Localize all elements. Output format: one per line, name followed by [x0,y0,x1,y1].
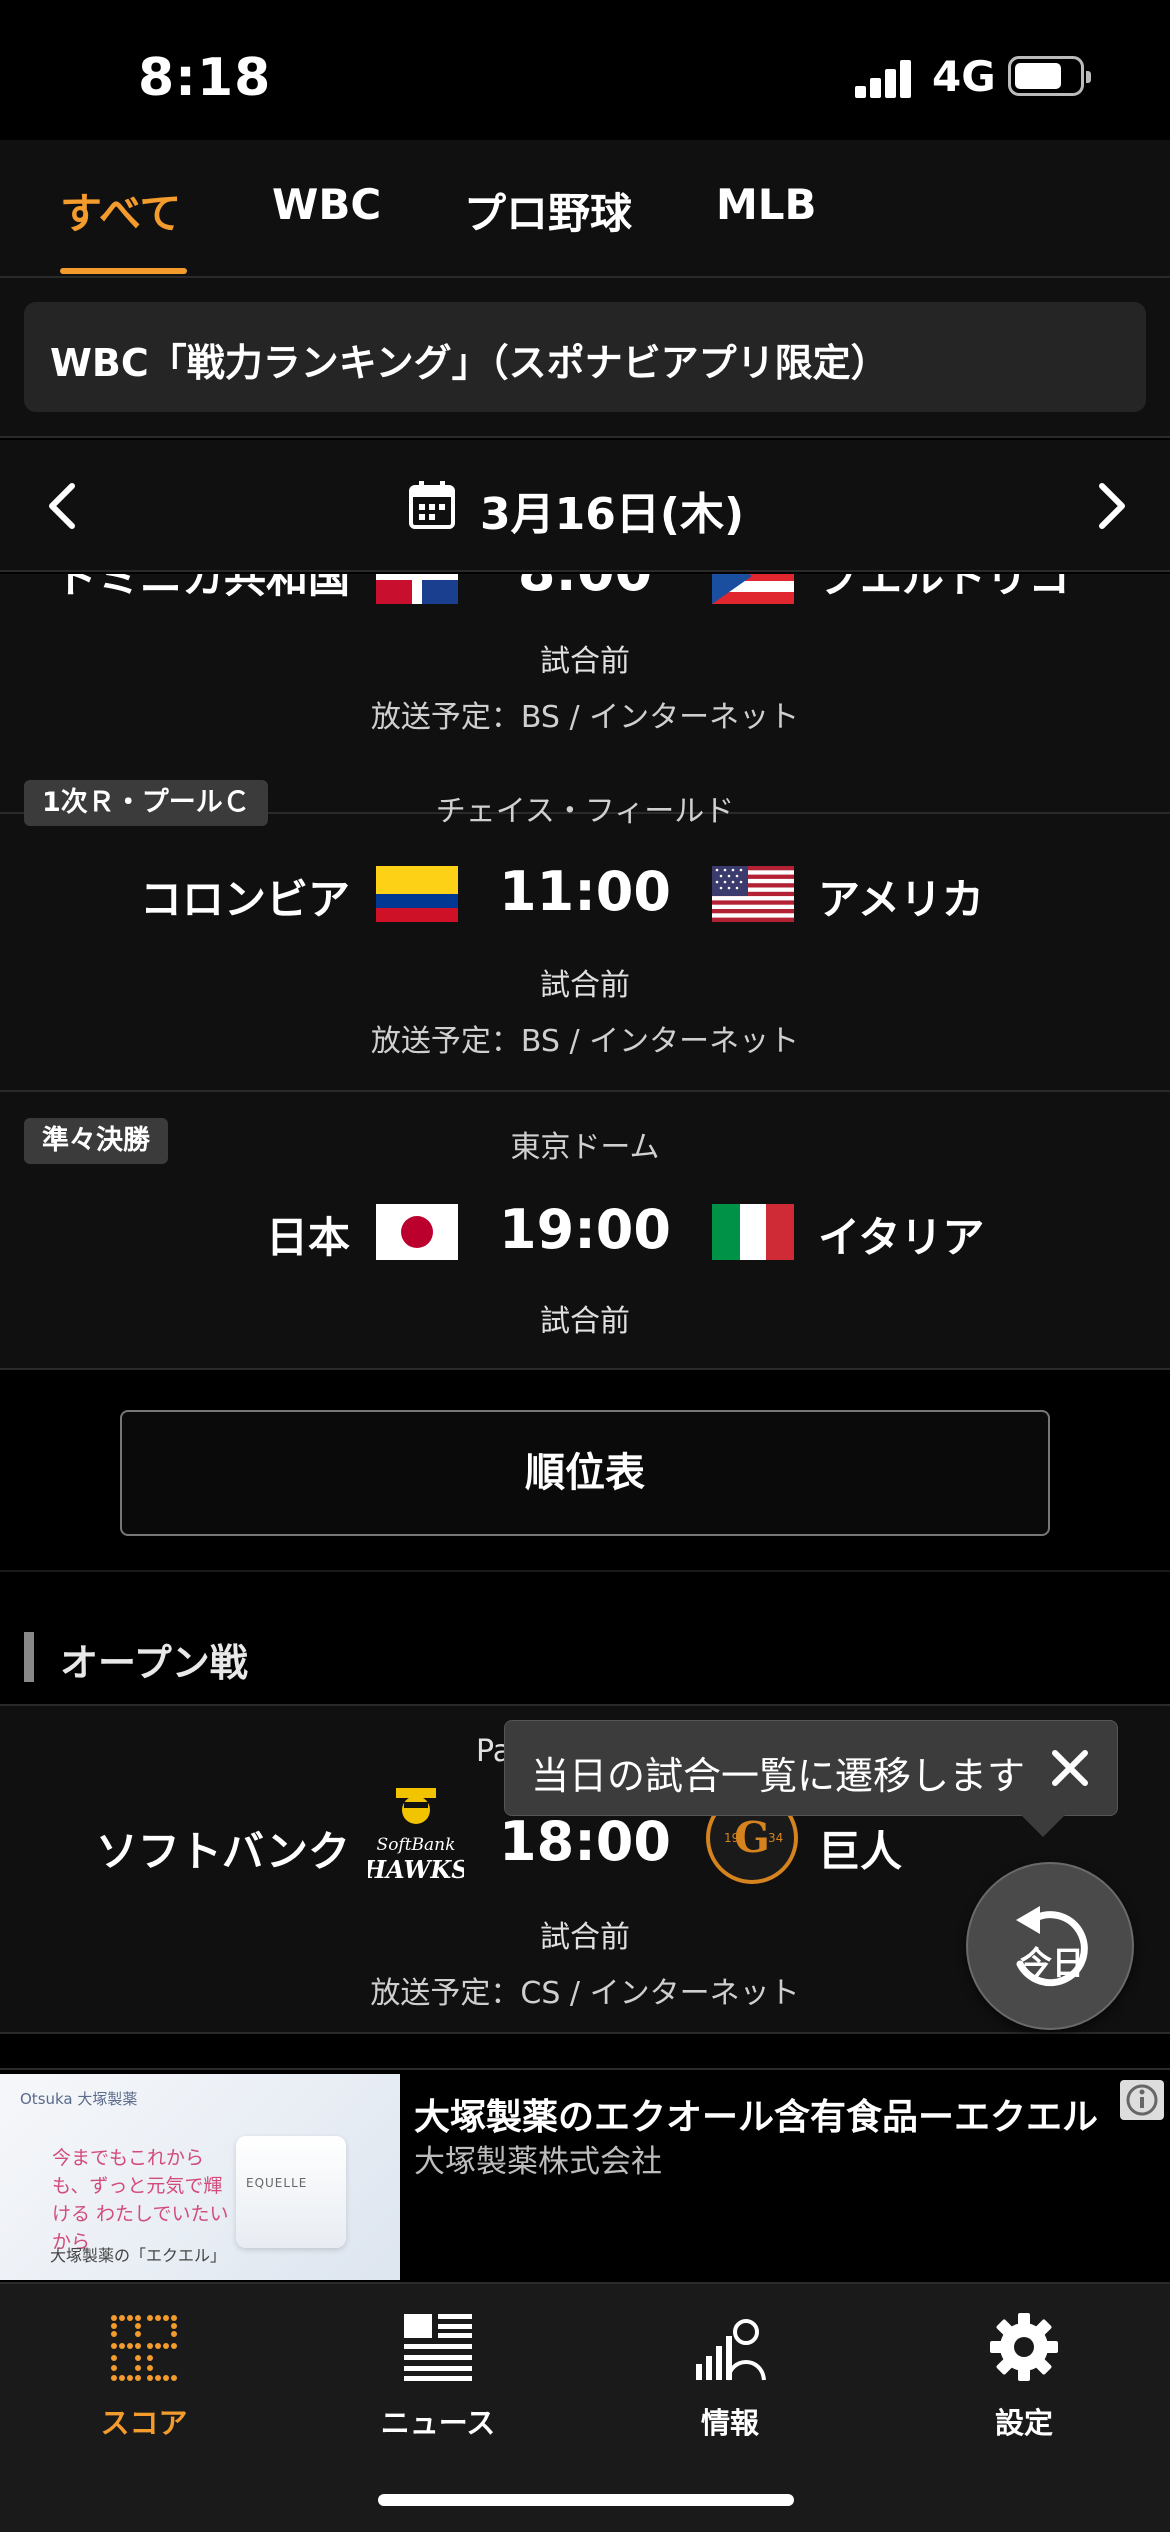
today-tooltip: 当日の試合一覧に遷移します [504,1720,1118,1837]
ad-info-icon[interactable] [1120,2080,1164,2120]
status-bar: 8:18 4G [0,0,1170,140]
section-title: オープン戦 [60,1641,248,1685]
tab-mlb[interactable]: MLB [716,180,817,229]
nav-score[interactable]: スコア [44,2302,244,2442]
section-header: オープン戦 [0,1570,1170,1704]
date-navigation: 3月16日(木) [0,440,1170,572]
ad-image-copy: 今までもこれからも、ずっと元気で輝ける わたしでいたいから [52,2147,229,2253]
game-time: 19:00 [499,1198,671,1261]
game-status: 試合前 [540,968,630,1003]
ad-sponsor: 大塚製薬株式会社 [414,2144,662,2180]
game-card-jpn-ita[interactable]: 準々決勝 東京ドーム 日本 19:00 イタリア 試合前 [0,1094,1170,1370]
game-time: 11:00 [499,860,671,923]
game-status: 試合前 [540,1304,630,1339]
standings-area: 順位表 [0,1372,1170,1570]
chevron-right-icon[interactable] [1080,476,1140,536]
ad-image-brand: Otsuka 大塚製薬 [20,2090,138,2108]
newspaper-icon [404,2314,472,2381]
nav-score-label: スコア [100,2406,188,2440]
ad-image[interactable]: Otsuka 大塚製薬 今までもこれからも、ずっと元気で輝ける わたしでいたいか… [0,2074,400,2280]
ad-banner[interactable]: Otsuka 大塚製薬 今までもこれからも、ずっと元気で輝ける わたしでいたいか… [0,2068,1170,2280]
nav-settings[interactable]: 設定 [924,2302,1124,2442]
tooltip-text: 当日の試合一覧に遷移します [531,1754,1026,1798]
tab-npb[interactable]: プロ野球 [464,180,632,241]
ad-image-product: EQUELLE [246,2176,308,2190]
away-team-name: 巨人 [818,1827,903,1876]
category-tabs: すべて WBC プロ野球 MLB [0,140,1170,278]
away-team-name: イタリア [818,1213,985,1262]
svg-text:G: G [734,1813,770,1862]
close-icon[interactable] [1045,1743,1095,1793]
product-jar: EQUELLE [236,2136,346,2248]
calendar-icon[interactable] [408,480,456,530]
broadcast-info: 放送予定：BS / インターネット [370,1024,800,1059]
scoreboard-icon [111,2315,177,2381]
battery-icon [1008,56,1091,96]
chevron-left-icon[interactable] [34,476,94,536]
game-time: 18:00 [499,1810,671,1873]
usa-flag-icon [712,866,794,922]
svg-text:19: 19 [724,1831,739,1845]
nav-news-label: ニュース [380,2406,496,2440]
network-type: 4G [932,52,996,101]
tooltip-arrow [1021,1815,1065,1837]
stats-person-icon [696,2319,766,2381]
broadcast-info: 放送予定：BS / インターネット [370,700,800,735]
tab-wbc[interactable]: WBC [272,180,381,229]
game-list: ドミニカ共和国 8:00 プエルトリコ 試合前 放送予定：BS / インターネッ… [0,574,1170,1370]
away-team-name: プエルトリコ [818,574,1071,602]
gear-icon [990,2313,1058,2381]
signal-icon [855,58,915,98]
game-status: 試合前 [540,644,630,679]
nav-info[interactable]: 情報 [630,2302,830,2442]
today-button[interactable]: 今日 [966,1862,1134,2030]
nav-settings-label: 設定 [994,2406,1053,2440]
promo-banner-text: WBC「戦力ランキング」（スポナビアプリ限定） [50,341,889,385]
status-time: 8:18 [138,48,272,108]
banner-area: WBC「戦力ランキング」（スポナビアプリ限定） [0,278,1170,438]
current-date[interactable]: 3月16日(木) [480,478,744,542]
standings-button[interactable]: 順位表 [120,1410,1050,1536]
promo-banner[interactable]: WBC「戦力ランキング」（スポナビアプリ限定） [24,302,1146,412]
home-indicator[interactable] [378,2494,794,2506]
nav-info-label: 情報 [700,2406,759,2440]
section-marker [24,1632,34,1682]
ad-image-sub: 大塚製薬の「エクエル」 [50,2246,227,2265]
venue-name: 東京ドーム [510,1130,660,1165]
tab-all[interactable]: すべて [60,180,181,241]
today-button-label: 今日 [1019,1944,1084,1982]
active-tab-indicator [60,268,187,274]
venue-name: チェイス・フィールド [435,794,735,829]
puerto-rico-flag-icon [712,574,794,604]
away-team-name: アメリカ [818,875,984,924]
nav-news[interactable]: ニュース [338,2302,538,2442]
game-card-col-usa[interactable]: 1次Ｒ・プールＣ チェイス・フィールド コロンビア 11:00 アメリカ 試合前… [0,754,1170,1092]
svg-text:34: 34 [768,1831,783,1845]
ad-title: 大塚製薬のエクオール含有食品ーエクエル [414,2097,1099,2138]
italy-flag-icon [712,1204,794,1260]
